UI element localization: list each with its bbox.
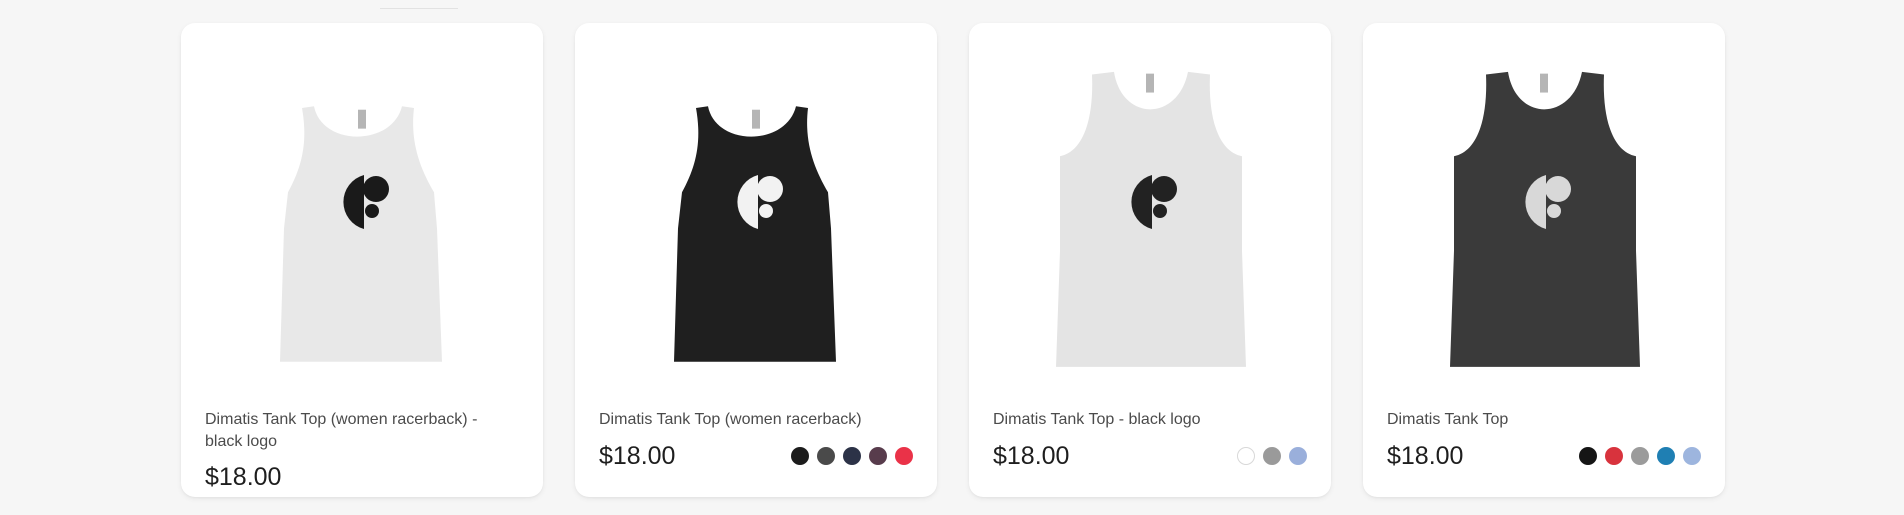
neck-tag xyxy=(358,109,366,129)
top-divider xyxy=(380,8,458,9)
tank-top-illustration xyxy=(1056,71,1246,367)
product-image[interactable] xyxy=(1363,23,1725,413)
product-title[interactable]: Dimatis Tank Top - black logo xyxy=(993,409,1307,431)
product-price: $18.00 xyxy=(1387,442,1464,470)
product-price: $18.00 xyxy=(599,442,676,470)
color-swatch[interactable] xyxy=(1657,447,1675,465)
tank-top-illustration xyxy=(1450,71,1640,367)
color-swatch[interactable] xyxy=(1631,447,1649,465)
product-image[interactable] xyxy=(969,23,1331,413)
color-swatch[interactable] xyxy=(869,447,887,465)
product-card[interactable]: Dimatis Tank Top (women racerback) - bla… xyxy=(181,23,543,497)
color-swatch[interactable] xyxy=(843,447,861,465)
product-title[interactable]: Dimatis Tank Top (women racerback) - bla… xyxy=(205,409,519,453)
neck-tag xyxy=(1146,73,1154,93)
neck-tag xyxy=(752,109,760,129)
product-card[interactable]: Dimatis Tank Top - black logo $18.00 xyxy=(969,23,1331,497)
color-swatch[interactable] xyxy=(1263,447,1281,465)
product-image[interactable] xyxy=(181,23,543,413)
color-swatch[interactable] xyxy=(791,447,809,465)
product-title[interactable]: Dimatis Tank Top xyxy=(1387,409,1701,431)
tank-top-illustration xyxy=(280,106,442,362)
color-swatch[interactable] xyxy=(1237,447,1255,465)
color-swatches xyxy=(791,447,913,465)
product-image[interactable] xyxy=(575,23,937,413)
color-swatch[interactable] xyxy=(895,447,913,465)
color-swatches xyxy=(1579,447,1701,465)
color-swatch[interactable] xyxy=(1605,447,1623,465)
product-card[interactable]: Dimatis Tank Top (women racerback) $18.0… xyxy=(575,23,937,497)
color-swatch[interactable] xyxy=(1579,447,1597,465)
product-grid: Dimatis Tank Top (women racerback) - bla… xyxy=(181,23,1725,497)
product-card[interactable]: Dimatis Tank Top $18.00 xyxy=(1363,23,1725,497)
product-price: $18.00 xyxy=(205,463,282,491)
color-swatch[interactable] xyxy=(1683,447,1701,465)
color-swatch[interactable] xyxy=(817,447,835,465)
color-swatch[interactable] xyxy=(1289,447,1307,465)
shirt-body xyxy=(280,106,442,362)
product-price: $18.00 xyxy=(993,442,1070,470)
neck-tag xyxy=(1540,73,1548,93)
shirt-body xyxy=(674,106,836,362)
color-swatches xyxy=(1237,447,1307,465)
tank-top-illustration xyxy=(674,106,836,362)
product-title[interactable]: Dimatis Tank Top (women racerback) xyxy=(599,409,913,431)
